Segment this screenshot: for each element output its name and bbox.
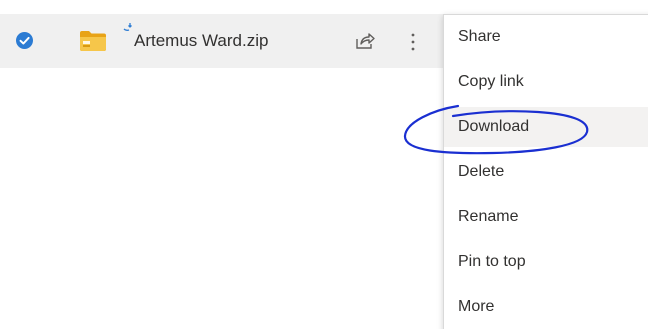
menu-item-copy-link[interactable]: Copy link [444, 62, 648, 102]
sync-arrow-icon [122, 21, 134, 33]
menu-item-pin-to-top[interactable]: Pin to top [444, 242, 648, 282]
context-menu: Share Copy link Download Delete Rename P… [443, 14, 648, 329]
file-name[interactable]: Artemus Ward.zip [134, 31, 268, 51]
menu-item-share[interactable]: Share [444, 17, 648, 57]
checkmark-circle-icon[interactable] [16, 32, 33, 49]
menu-item-rename[interactable]: Rename [444, 197, 648, 237]
zip-folder-icon [79, 30, 107, 57]
menu-item-delete[interactable]: Delete [444, 152, 648, 192]
menu-item-more[interactable]: More [444, 287, 648, 327]
onedrive-file-view: Artemus Ward.zip Share Copy link Downloa… [0, 0, 648, 329]
file-row[interactable]: Artemus Ward.zip [0, 14, 448, 68]
more-vertical-icon[interactable] [409, 30, 417, 54]
menu-item-download[interactable]: Download [444, 107, 648, 147]
share-icon[interactable] [354, 31, 376, 51]
